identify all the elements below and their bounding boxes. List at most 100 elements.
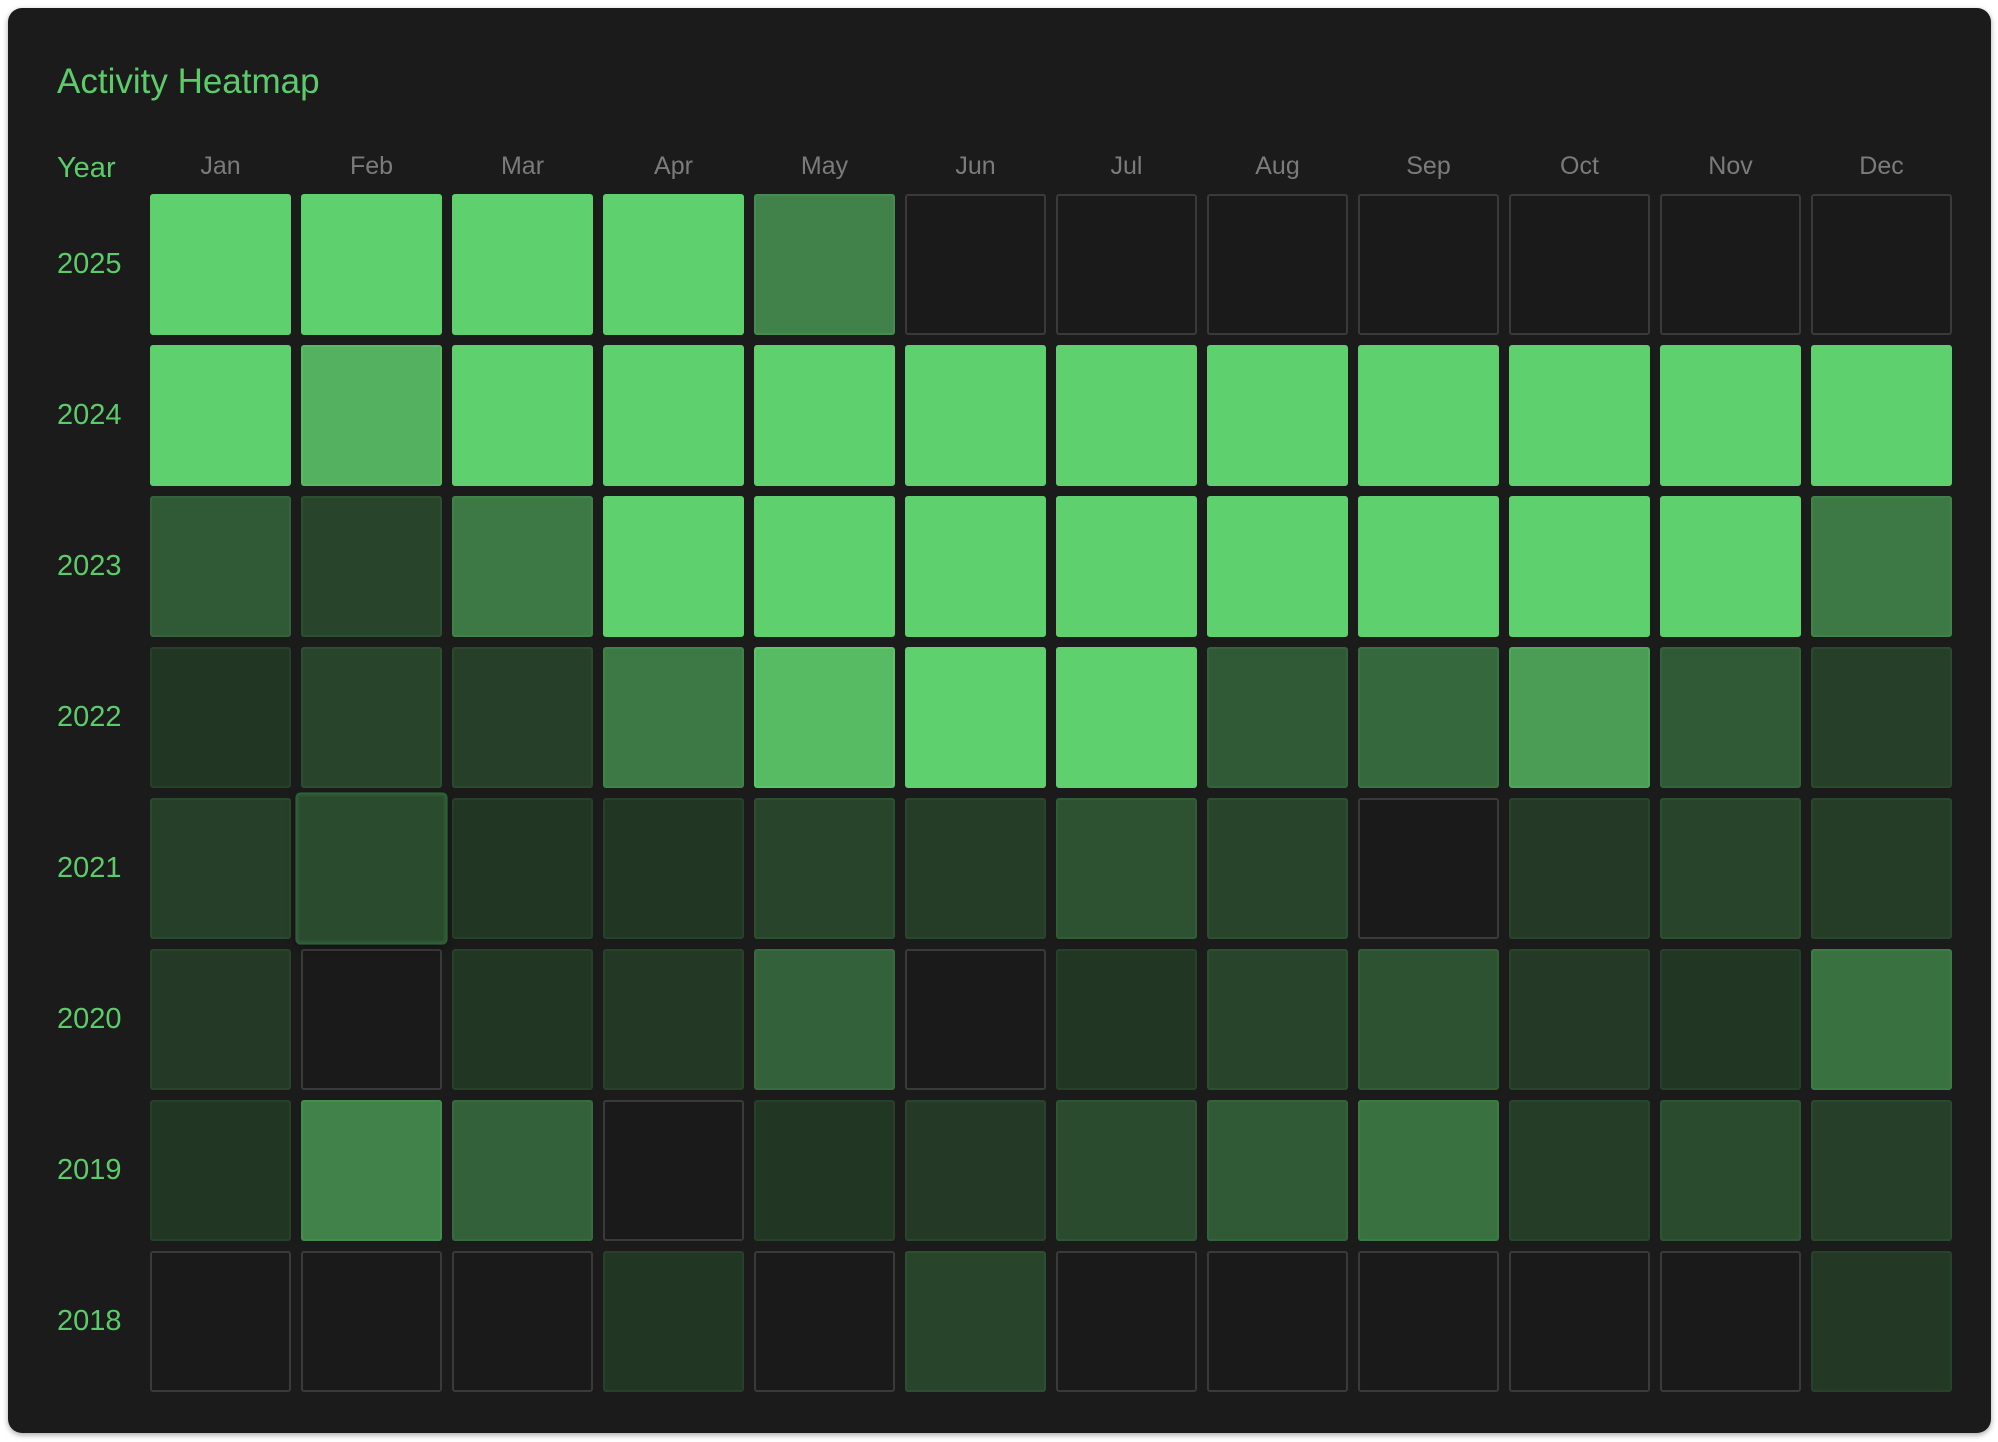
heatmap-cell-2025-oct[interactable] xyxy=(1509,194,1650,335)
heatmap-cell-2023-may[interactable] xyxy=(754,496,895,637)
heatmap-cell-2023-jan[interactable] xyxy=(150,496,291,637)
heatmap-cell-2020-oct[interactable] xyxy=(1509,949,1650,1090)
heatmap-cell-2020-may[interactable] xyxy=(754,949,895,1090)
heatmap-cell-2025-sep[interactable] xyxy=(1358,194,1499,335)
heatmap-cell-2020-apr[interactable] xyxy=(603,949,744,1090)
heatmap-cell-2021-feb[interactable] xyxy=(297,794,446,943)
month-label-mar: Mar xyxy=(500,152,545,180)
heatmap-cell-2023-mar[interactable] xyxy=(452,496,593,637)
heatmap-cell-2021-may[interactable] xyxy=(754,798,895,939)
heatmap-cell-2025-mar[interactable] xyxy=(452,194,593,335)
heatmap-cell-2021-dec[interactable] xyxy=(1811,798,1952,939)
heatmap-cell-2018-jul[interactable] xyxy=(1056,1251,1197,1392)
heatmap-cell-2024-mar[interactable] xyxy=(452,345,593,486)
heatmap-cell-2022-sep[interactable] xyxy=(1358,647,1499,788)
year-label-2022: 2022 xyxy=(57,701,122,733)
heatmap-cell-2020-aug[interactable] xyxy=(1207,949,1348,1090)
heatmap-cell-2023-dec[interactable] xyxy=(1811,496,1952,637)
heatmap-cell-2025-jun[interactable] xyxy=(905,194,1046,335)
heatmap-cell-2024-dec[interactable] xyxy=(1811,345,1952,486)
heatmap-cell-2021-jun[interactable] xyxy=(905,798,1046,939)
heatmap-cell-2019-jan[interactable] xyxy=(150,1100,291,1241)
heatmap-cell-2019-apr[interactable] xyxy=(603,1100,744,1241)
heatmap-cell-2021-mar[interactable] xyxy=(452,798,593,939)
heatmap-cell-2025-aug[interactable] xyxy=(1207,194,1348,335)
heatmap-cell-2019-may[interactable] xyxy=(754,1100,895,1241)
heatmap-cell-2019-sep[interactable] xyxy=(1358,1100,1499,1241)
heatmap-cell-2019-oct[interactable] xyxy=(1509,1100,1650,1241)
heatmap-cell-2018-mar[interactable] xyxy=(452,1251,593,1392)
heatmap-cell-2020-jul[interactable] xyxy=(1056,949,1197,1090)
heatmap-cell-2024-apr[interactable] xyxy=(603,345,744,486)
heatmap-cell-2025-apr[interactable] xyxy=(603,194,744,335)
heatmap-cell-2023-oct[interactable] xyxy=(1509,496,1650,637)
heatmap-cell-2018-jan[interactable] xyxy=(150,1251,291,1392)
heatmap-cell-2021-jul[interactable] xyxy=(1056,798,1197,939)
heatmap-cell-2021-jan[interactable] xyxy=(150,798,291,939)
heatmap-cell-2019-jun[interactable] xyxy=(905,1100,1046,1241)
heatmap-cell-2020-jan[interactable] xyxy=(150,949,291,1090)
heatmap-cell-2022-oct[interactable] xyxy=(1509,647,1650,788)
heatmap-cell-2024-jul[interactable] xyxy=(1056,345,1197,486)
heatmap-cell-2018-aug[interactable] xyxy=(1207,1251,1348,1392)
heatmap-cell-2021-sep[interactable] xyxy=(1358,798,1499,939)
heatmap-cell-2023-jun[interactable] xyxy=(905,496,1046,637)
heatmap-cell-2023-jul[interactable] xyxy=(1056,496,1197,637)
heatmap-cell-2021-aug[interactable] xyxy=(1207,798,1348,939)
heatmap-cell-2020-feb[interactable] xyxy=(301,949,442,1090)
heatmap-cell-2023-nov[interactable] xyxy=(1660,496,1801,637)
heatmap-cell-2018-oct[interactable] xyxy=(1509,1251,1650,1392)
heatmap-cell-2019-aug[interactable] xyxy=(1207,1100,1348,1241)
month-label-may: May xyxy=(800,152,849,180)
heatmap-cell-2024-sep[interactable] xyxy=(1358,345,1499,486)
heatmap-cell-2018-dec[interactable] xyxy=(1811,1251,1952,1392)
year-label-2018: 2018 xyxy=(57,1305,122,1337)
heatmap-cell-2022-jun[interactable] xyxy=(905,647,1046,788)
heatmap-cell-2020-mar[interactable] xyxy=(452,949,593,1090)
heatmap-cell-2018-jun[interactable] xyxy=(905,1251,1046,1392)
heatmap-cell-2023-feb[interactable] xyxy=(301,496,442,637)
heatmap-cell-2023-apr[interactable] xyxy=(603,496,744,637)
heatmap-cell-2022-may[interactable] xyxy=(754,647,895,788)
heatmap-cell-2018-nov[interactable] xyxy=(1660,1251,1801,1392)
heatmap-cell-2025-may[interactable] xyxy=(754,194,895,335)
heatmap-cell-2024-feb[interactable] xyxy=(301,345,442,486)
heatmap-cell-2024-aug[interactable] xyxy=(1207,345,1348,486)
heatmap-cell-2018-feb[interactable] xyxy=(301,1251,442,1392)
heatmap-cell-2022-feb[interactable] xyxy=(301,647,442,788)
heatmap-cell-2021-oct[interactable] xyxy=(1509,798,1650,939)
heatmap-cell-2020-sep[interactable] xyxy=(1358,949,1499,1090)
heatmap-cell-2018-apr[interactable] xyxy=(603,1251,744,1392)
heatmap-cell-2022-apr[interactable] xyxy=(603,647,744,788)
heatmap-cell-2020-nov[interactable] xyxy=(1660,949,1801,1090)
heatmap-cell-2024-nov[interactable] xyxy=(1660,345,1801,486)
heatmap-cell-2020-jun[interactable] xyxy=(905,949,1046,1090)
heatmap-cell-2024-jun[interactable] xyxy=(905,345,1046,486)
heatmap-cell-2022-jul[interactable] xyxy=(1056,647,1197,788)
heatmap-cell-2019-nov[interactable] xyxy=(1660,1100,1801,1241)
heatmap-cell-2019-dec[interactable] xyxy=(1811,1100,1952,1241)
heatmap-cell-2022-mar[interactable] xyxy=(452,647,593,788)
heatmap-cell-2024-may[interactable] xyxy=(754,345,895,486)
heatmap-cell-2023-aug[interactable] xyxy=(1207,496,1348,637)
heatmap-cell-2018-may[interactable] xyxy=(754,1251,895,1392)
heatmap-cell-2024-jan[interactable] xyxy=(150,345,291,486)
heatmap-cell-2022-nov[interactable] xyxy=(1660,647,1801,788)
heatmap-cell-2022-aug[interactable] xyxy=(1207,647,1348,788)
heatmap-cell-2025-jan[interactable] xyxy=(150,194,291,335)
heatmap-cell-2022-jan[interactable] xyxy=(150,647,291,788)
heatmap-cell-2019-jul[interactable] xyxy=(1056,1100,1197,1241)
heatmap-cell-2025-feb[interactable] xyxy=(301,194,442,335)
heatmap-cell-2022-dec[interactable] xyxy=(1811,647,1952,788)
heatmap-cell-2019-feb[interactable] xyxy=(301,1100,442,1241)
heatmap-cell-2020-dec[interactable] xyxy=(1811,949,1952,1090)
heatmap-cell-2025-nov[interactable] xyxy=(1660,194,1801,335)
heatmap-cell-2025-dec[interactable] xyxy=(1811,194,1952,335)
heatmap-cell-2018-sep[interactable] xyxy=(1358,1251,1499,1392)
heatmap-cell-2021-nov[interactable] xyxy=(1660,798,1801,939)
heatmap-cell-2024-oct[interactable] xyxy=(1509,345,1650,486)
heatmap-cell-2019-mar[interactable] xyxy=(452,1100,593,1241)
heatmap-cell-2021-apr[interactable] xyxy=(603,798,744,939)
heatmap-cell-2023-sep[interactable] xyxy=(1358,496,1499,637)
heatmap-cell-2025-jul[interactable] xyxy=(1056,194,1197,335)
